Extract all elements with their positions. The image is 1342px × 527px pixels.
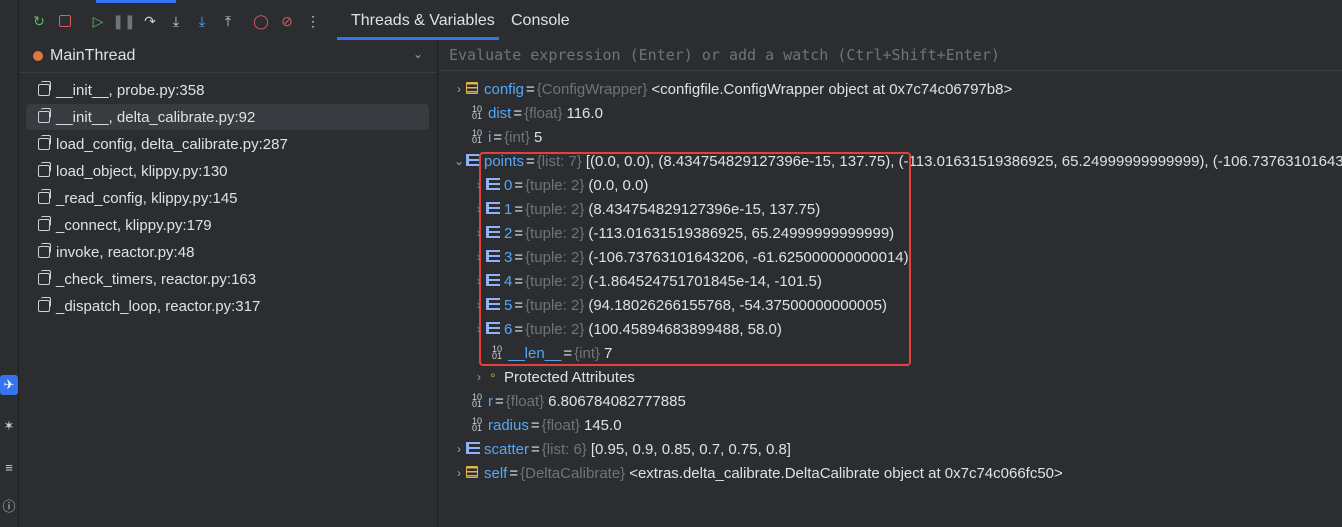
frame-item[interactable]: _dispatch_loop, reactor.py:317 — [26, 293, 429, 319]
numeric-icon: 10 01 — [471, 104, 482, 121]
frame-label: _check_timers, reactor.py:163 — [56, 270, 257, 288]
plugin-icon[interactable]: ✶ — [0, 416, 18, 436]
rerun-icon[interactable]: ↻ — [30, 12, 48, 30]
toolbar-accent — [96, 0, 176, 3]
frame-label: _read_config, klippy.py:145 — [56, 189, 238, 207]
list-icon — [466, 154, 480, 168]
force-step-into-icon[interactable]: ⤓ — [193, 12, 211, 30]
chevron-right-icon[interactable]: › — [452, 82, 466, 96]
frame-icon — [38, 189, 51, 204]
thread-name: MainThread — [50, 47, 136, 64]
variable-row[interactable]: 10 01 r = {float} 6.806784082777885 — [470, 389, 686, 413]
problems-icon[interactable]: ⓘ — [0, 495, 18, 515]
frame-label: _dispatch_loop, reactor.py:317 — [56, 297, 261, 315]
frame-icon — [38, 135, 51, 150]
variable-row[interactable]: 10 01 i = {int} 5 — [470, 125, 542, 149]
frame-item[interactable]: _check_timers, reactor.py:163 — [26, 266, 429, 292]
frame-item[interactable]: _connect, klippy.py:179 — [26, 212, 429, 238]
frame-item[interactable]: load_object, klippy.py:130 — [26, 158, 429, 184]
frame-icon — [38, 243, 51, 258]
chevron-down-icon[interactable]: ⌄ — [452, 154, 466, 168]
frame-icon — [38, 216, 51, 231]
frame-item[interactable]: load_config, delta_calibrate.py:287 — [26, 131, 429, 157]
step-over-icon[interactable]: ↷ — [141, 12, 159, 30]
chevron-right-icon[interactable]: › — [472, 370, 486, 384]
variable-row[interactable]: › scatter = {list: 6} [0.95, 0.9, 0.85, 0.7… — [452, 437, 791, 461]
tab-console[interactable]: Console — [511, 12, 570, 32]
object-icon — [466, 466, 480, 480]
frame-item[interactable]: _read_config, klippy.py:145 — [26, 185, 429, 211]
pause-icon[interactable]: ❚❚ — [112, 12, 135, 30]
chevron-down-icon[interactable]: ⌄ — [413, 47, 423, 61]
frame-icon — [38, 297, 51, 312]
resume-icon[interactable]: ▷ — [89, 12, 107, 30]
key-icon: ⚬ — [488, 371, 498, 382]
frame-label: load_object, klippy.py:130 — [56, 162, 228, 180]
evaluate-placeholder: Evaluate expression (Enter) or add a wat… — [449, 46, 1000, 64]
layers-icon[interactable]: ≡ — [0, 457, 18, 477]
tool-window-stripe: ✈ ✶ ≡ ⓘ — [0, 0, 19, 527]
numeric-icon: 10 01 — [471, 416, 482, 433]
highlight-box — [479, 152, 911, 366]
tab-threads-variables[interactable]: Threads & Variables — [351, 12, 495, 32]
view-breakpoints-icon[interactable]: ◯ — [252, 12, 270, 30]
debug-icon[interactable]: ✈ — [0, 375, 18, 395]
frame-icon — [38, 270, 51, 285]
protected-attributes-row[interactable]: › ⚬ Protected Attributes — [472, 365, 635, 389]
evaluate-expression-input[interactable]: Evaluate expression (Enter) or add a wat… — [438, 40, 1342, 71]
thread-selector[interactable]: MainThread ⌄ — [19, 40, 437, 73]
frame-item[interactable]: __init__, probe.py:358 — [26, 77, 429, 103]
object-icon — [466, 82, 480, 96]
stop-icon[interactable] — [56, 12, 74, 30]
step-out-icon[interactable]: ⤒ — [219, 12, 237, 30]
more-icon[interactable]: ⋮ — [304, 12, 322, 30]
variable-row[interactable]: 10 01 dist = {float} 116.0 — [470, 101, 603, 125]
variable-row[interactable]: › config = {ConfigWrapper} <configfile.Conf… — [452, 77, 1012, 101]
numeric-icon: 10 01 — [471, 392, 482, 409]
frame-item[interactable]: invoke, reactor.py:48 — [26, 239, 429, 265]
chevron-right-icon[interactable]: › — [452, 442, 466, 456]
frame-icon — [38, 81, 51, 96]
frame-label: load_config, delta_calibrate.py:287 — [56, 135, 288, 153]
frame-icon — [38, 108, 51, 123]
variable-row[interactable]: › self = {DeltaCalibrate} <extras.delta_cal… — [452, 461, 1063, 485]
frame-icon — [38, 162, 51, 177]
frame-label: _connect, klippy.py:179 — [56, 216, 212, 234]
frame-item-selected[interactable]: __init__, delta_calibrate.py:92 — [26, 104, 429, 130]
variable-row[interactable]: 10 01 radius = {float} 145.0 — [470, 413, 622, 437]
step-into-icon[interactable]: ⤓ — [167, 12, 185, 30]
thread-status-icon — [33, 51, 43, 61]
frame-label: __init__, delta_calibrate.py:92 — [56, 108, 256, 126]
list-icon — [466, 442, 480, 456]
frame-label: __init__, probe.py:358 — [56, 81, 205, 99]
chevron-right-icon[interactable]: › — [452, 466, 466, 480]
frame-label: invoke, reactor.py:48 — [56, 243, 195, 261]
mute-breakpoints-icon[interactable]: ⊘ — [278, 12, 296, 30]
numeric-icon: 10 01 — [471, 128, 482, 145]
debug-toolbar — [19, 0, 1342, 40]
